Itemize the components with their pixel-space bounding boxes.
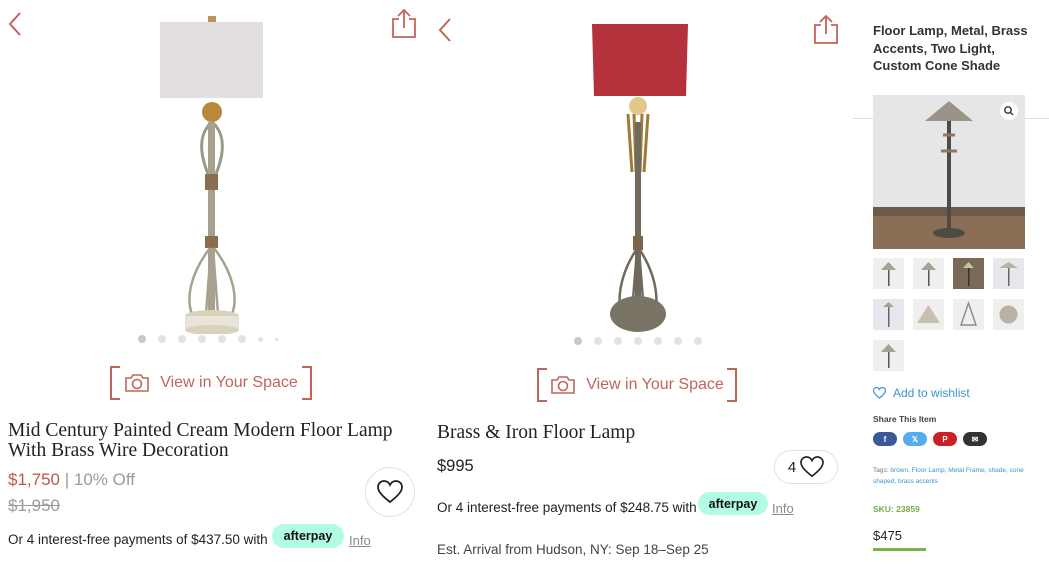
share-icon[interactable] <box>391 8 417 38</box>
share-icon[interactable] <box>813 14 839 44</box>
chevron-left-icon[interactable] <box>7 10 23 38</box>
view-in-space-label: View in Your Space <box>586 376 724 393</box>
product-image[interactable] <box>588 22 692 336</box>
thumbnail[interactable] <box>873 258 904 289</box>
email-share-button[interactable]: ✉ <box>963 432 987 446</box>
tags-label: Tags: <box>873 467 889 474</box>
tag-link[interactable]: Floor Lamp <box>912 467 945 474</box>
carousel-dot[interactable] <box>694 337 702 345</box>
camera-icon <box>125 374 150 392</box>
carousel-dot[interactable] <box>654 337 662 345</box>
heart-icon <box>873 387 886 399</box>
thumbnail[interactable] <box>873 299 904 330</box>
carousel-dot[interactable] <box>238 335 246 343</box>
carousel-dot[interactable] <box>634 337 642 345</box>
add-to-wishlist-link[interactable]: Add to wishlist <box>873 386 970 400</box>
favorite-button[interactable]: 4 <box>774 450 838 484</box>
product-title: Floor Lamp, Metal, Brass Accents, Two Li… <box>873 23 1028 73</box>
carousel-dots <box>574 337 702 345</box>
sale-price: $1,750 <box>8 470 60 489</box>
view-in-space-button[interactable]: View in Your Space <box>537 368 737 402</box>
wishlist-label: Add to wishlist <box>893 386 970 400</box>
facebook-icon: f <box>883 434 887 444</box>
heart-icon <box>800 456 824 478</box>
camera-icon <box>551 376 576 394</box>
tag-link[interactable]: brass accents <box>898 478 938 485</box>
tag-link[interactable]: Metal Frame <box>948 467 984 474</box>
favorites-count: 4 <box>787 458 797 476</box>
carousel-dots <box>138 335 278 343</box>
facebook-share-button[interactable]: f <box>873 432 897 446</box>
price: $995 <box>437 457 474 475</box>
afterpay-badge[interactable]: afterpay <box>698 492 768 515</box>
view-in-space-button[interactable]: View in Your Space <box>110 366 312 400</box>
carousel-dot[interactable] <box>218 335 226 343</box>
afterpay-label: afterpay <box>708 496 758 511</box>
price-underline <box>873 548 926 551</box>
original-price: $1,950 <box>8 496 60 515</box>
heart-icon <box>377 480 403 504</box>
thumbnail[interactable] <box>913 258 944 289</box>
favorite-button[interactable] <box>365 467 415 517</box>
afterpay-badge[interactable]: afterpay <box>272 524 344 548</box>
afterpay-label: afterpay <box>283 529 333 543</box>
zoom-button[interactable] <box>1000 102 1018 120</box>
product-image[interactable] <box>150 14 275 334</box>
price-separator: | <box>64 470 70 489</box>
carousel-dot[interactable] <box>138 335 146 343</box>
thumbnail[interactable] <box>873 340 904 371</box>
thumbnail[interactable] <box>953 299 984 330</box>
thumbnail[interactable] <box>953 258 984 289</box>
twitter-share-button[interactable]: 𝕏 <box>903 432 927 446</box>
thumbnail[interactable] <box>913 299 944 330</box>
info-link[interactable]: Info <box>772 501 794 516</box>
tag-link[interactable]: brown <box>890 467 908 474</box>
estimated-arrival: Est. Arrival from Hudson, NY: Sep 18–Sep… <box>437 542 709 557</box>
product-title: Mid Century Painted Cream Modern Floor L… <box>8 420 393 461</box>
product-panel-3: Floor Lamp, Metal, Brass Accents, Two Li… <box>853 0 1049 568</box>
installments-text: Or 4 interest-free payments of $437.50 w… <box>8 532 268 547</box>
lamp-shade <box>592 24 688 96</box>
thumbnail[interactable] <box>993 299 1024 330</box>
price: $475 <box>873 528 902 543</box>
carousel-dot[interactable] <box>674 337 682 345</box>
lamp-shade <box>160 22 263 98</box>
pinterest-icon: P <box>942 434 948 444</box>
chevron-left-icon[interactable] <box>437 16 453 44</box>
discount-label: 10% Off <box>73 470 136 489</box>
product-panel-1: View in Your Space Mid Century Painted C… <box>0 0 428 568</box>
info-link[interactable]: Info <box>349 533 371 548</box>
share-label: Share This Item <box>873 414 937 424</box>
carousel-dot[interactable] <box>275 337 278 341</box>
carousel-dot[interactable] <box>178 335 186 343</box>
product-title: Brass & Iron Floor Lamp <box>437 422 636 443</box>
email-icon: ✉ <box>971 434 979 444</box>
installments-text: Or 4 interest-free payments of $248.75 w… <box>437 500 697 515</box>
carousel-dot[interactable] <box>574 337 582 345</box>
carousel-dot[interactable] <box>258 336 263 342</box>
view-in-space-label: View in Your Space <box>160 374 298 391</box>
main-product-image[interactable] <box>873 95 1025 249</box>
tags-list: Tags: brown, Floor Lamp, Metal Frame, sh… <box>873 467 1024 485</box>
thumbnail[interactable] <box>993 258 1024 289</box>
pinterest-share-button[interactable]: P <box>933 432 957 446</box>
price-row: $1,750 | 10% Off <box>8 470 135 490</box>
product-panel-2: View in Your Space Brass & Iron Floor La… <box>428 0 853 568</box>
tag-link[interactable]: shade <box>988 467 1006 474</box>
carousel-dot[interactable] <box>614 337 622 345</box>
carousel-dot[interactable] <box>198 335 206 343</box>
sku-label: SKU: 23859 <box>873 504 920 514</box>
carousel-dot[interactable] <box>158 335 166 343</box>
carousel-dot[interactable] <box>594 337 602 345</box>
twitter-icon: 𝕏 <box>911 434 919 444</box>
